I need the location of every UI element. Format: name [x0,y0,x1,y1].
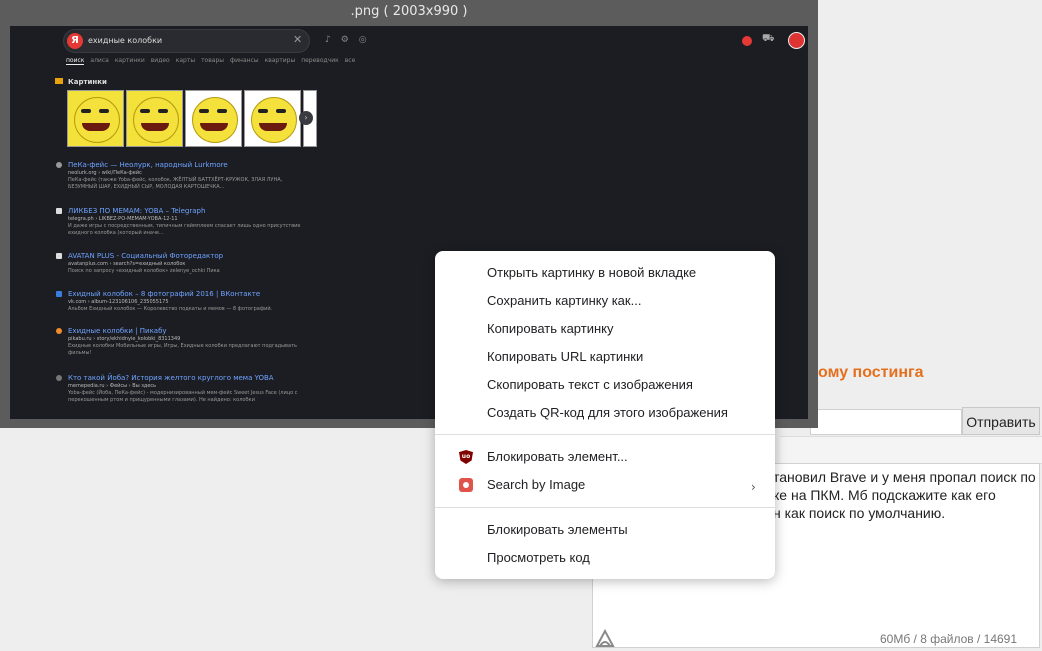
upload-stats: 60Мб / 8 файлов / 14691 [880,632,1018,646]
result-title: Кто такой Йоба? История желтого круглого… [68,374,274,382]
result-url: memepedia.ru › Фейсы › Вы здесь [68,383,157,389]
result-url: telegra.ph › LIKBEZ-PO-MEMAM-YOBA-12-11 [68,216,178,222]
comment-text: тановил Brave и у меня пропал поиск по к… [773,468,1038,522]
tab-images: картинки [114,57,145,64]
result-title: AVATAN PLUS - Социальный Фоторедактор [68,252,224,260]
result-snippet: Поиск по запросу «ехидный колобок» zelen… [68,268,220,274]
image-thumb [244,90,301,147]
result-url: neolurk.org › wiki/ПеКа-фейс [68,170,142,176]
post-options-bar [780,436,1042,464]
avatar [788,32,805,49]
tab-alice: алиса [90,57,109,64]
menu-copy-image[interactable]: Копировать картинку [487,319,767,339]
result-snippet: И даже игры с посредственным, типичным г… [68,223,301,236]
tab-translator: переводчик [301,57,339,64]
viewer-title: .png ( 2003x990 ) [350,4,468,19]
menu-inspect[interactable]: Просмотреть код [487,548,767,568]
site-logo-icon [595,628,615,647]
result-url: vk.com › album-123106106_235055175 [68,299,169,305]
camera-icon [459,478,473,492]
post-subject-input[interactable] [810,409,962,435]
result-snippet: Yoba-фейс (Йоба, ПеКа-фейс) - модернизир… [68,390,298,403]
menu-block-element[interactable]: Блокировать элемент... [487,447,767,467]
chevron-right-icon: › [299,111,313,125]
comment-line-2: ке на ПКМ. Мб подскажите как его [773,487,996,503]
menu-block-elements[interactable]: Блокировать элементы [487,520,767,540]
image-thumb [67,90,124,147]
cart-icon: ⛟ [762,33,775,44]
menu-separator [435,434,775,435]
yandex-tabs: поиск алиса картинки видео карты товары … [66,57,355,65]
images-section-icon [55,78,63,84]
image-strip [67,90,317,147]
clear-icon: ✕ [293,33,303,46]
yandex-query: ехидные колобки [88,36,163,45]
chevron-right-icon: › [751,480,756,494]
result-snippet: ПеКа-фейс (также Yoba-фейс, колобок, ЖЁЛ… [68,177,283,190]
menu-open-image-new-tab[interactable]: Открыть картинку в новой вкладке [487,263,767,283]
ublock-origin-icon: uo [459,450,473,464]
menu-copy-text-from-image[interactable]: Скопировать текст с изображения [487,375,767,395]
menu-create-qr-code[interactable]: Создать QR-код для этого изображения [487,403,767,423]
post-title: ому постинга [818,364,924,381]
comment-line-3: н как поиск по умолчанию. [773,505,946,521]
menu-search-by-image[interactable]: Search by Image [487,475,767,495]
images-section-title: Картинки [68,78,107,86]
result-title: Ехидный колобок – 8 фотографий 2016 | ВК… [68,290,261,298]
result-snippet: Альбом Ехидный колобок — Королевство под… [68,306,273,312]
image-thumb [126,90,183,147]
menu-save-image-as[interactable]: Сохранить картинку как... [487,291,767,311]
result-title: Ехидные колобки | Пикабу [68,327,167,335]
send-button[interactable]: Отправить [962,407,1040,435]
tab-all: все [344,57,356,64]
menu-copy-image-url[interactable]: Копировать URL картинки [487,347,767,367]
result-url: avatanplus.com › search?s=ехидный колобо… [68,261,186,267]
tab-finance: финансы [230,57,259,64]
tab-search: поиск [66,57,85,65]
menu-separator [435,507,775,508]
result-title: ЛИКБЕЗ ПО МЕМАМ: YOBA – Telegraph [68,207,206,215]
notification-icon [742,36,752,46]
yandex-logo-icon: Я [67,33,83,49]
result-title: ПеКа-фейс — Неолурк, народный Lurkmore [68,161,228,169]
context-menu: Открыть картинку в новой вкладке Сохрани… [435,251,775,579]
tab-video: видео [150,57,170,64]
tab-apartments: квартиры [264,57,296,64]
search-tools-icons: ♪⚙◎ [325,35,377,45]
tab-products: товары [201,57,224,64]
result-url: pikabu.ru › story/ekhidnyie_kolobki_8311… [68,336,181,342]
result-snippet: Ехидные колобки Мобильные игры, Игры, Ех… [68,343,297,356]
comment-line-1: тановил Brave и у меня пропал поиск по [773,469,1036,485]
tab-maps: карты [175,57,196,64]
image-thumb [185,90,242,147]
